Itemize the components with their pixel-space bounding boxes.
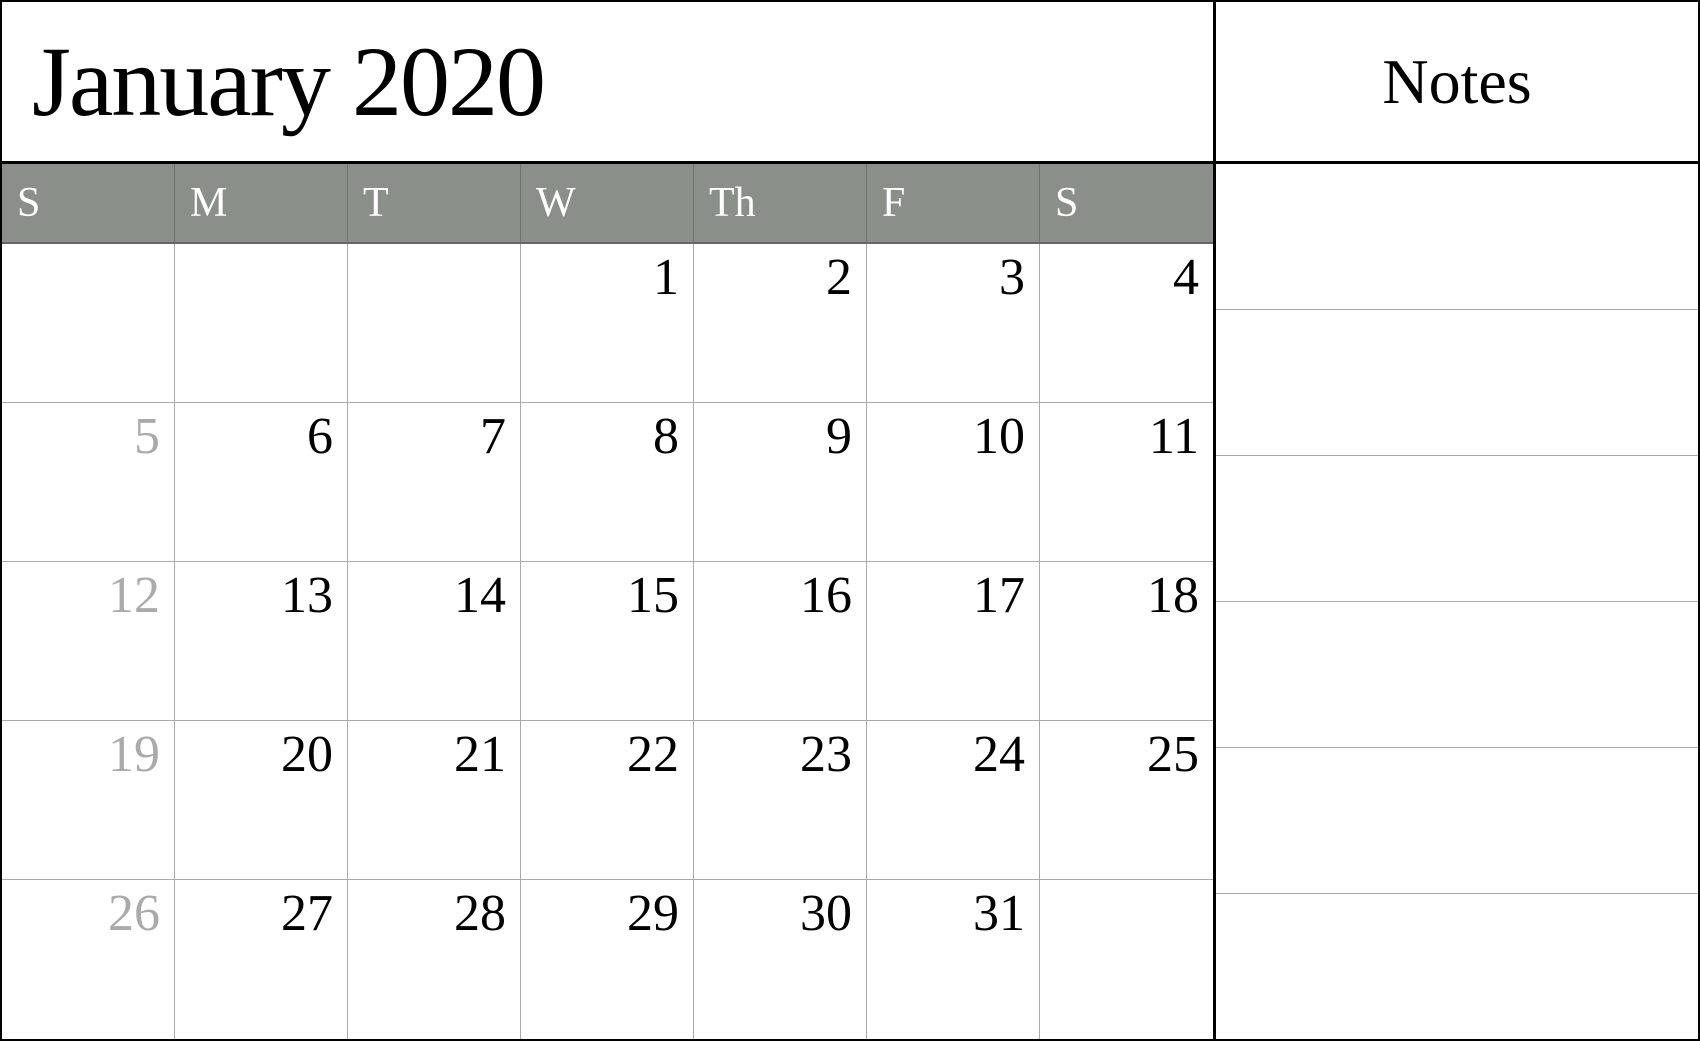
cell-number: 31 bbox=[973, 888, 1025, 940]
calendar-cell: 1 bbox=[521, 244, 694, 403]
day-header-cell: F bbox=[867, 164, 1040, 242]
calendar-cell: 24 bbox=[867, 721, 1040, 880]
cell-number: 12 bbox=[108, 570, 160, 622]
cell-number: 21 bbox=[454, 729, 506, 781]
cell-number: 7 bbox=[480, 411, 506, 463]
calendar-wrapper: January 2020 SMTWThFS 123456789101112131… bbox=[0, 0, 1700, 1041]
cell-number: 10 bbox=[973, 411, 1025, 463]
calendar-cell: 28 bbox=[348, 880, 521, 1039]
calendar-grid: 1234567891011121314151617181920212223242… bbox=[2, 244, 1213, 1039]
calendar-cell: 5 bbox=[2, 403, 175, 562]
calendar-cell bbox=[175, 244, 348, 403]
notes-row[interactable] bbox=[1216, 456, 1698, 602]
cell-number: 17 bbox=[973, 570, 1025, 622]
calendar-cell: 11 bbox=[1040, 403, 1213, 562]
calendar-title: January 2020 bbox=[32, 24, 544, 139]
cell-number: 19 bbox=[108, 729, 160, 781]
calendar-cell: 9 bbox=[694, 403, 867, 562]
notes-row[interactable] bbox=[1216, 310, 1698, 456]
day-header-cell: W bbox=[521, 164, 694, 242]
notes-body bbox=[1216, 164, 1698, 1039]
cell-number: 14 bbox=[454, 570, 506, 622]
notes-panel: Notes bbox=[1216, 2, 1698, 1039]
cell-number: 13 bbox=[281, 570, 333, 622]
cell-number: 22 bbox=[627, 729, 679, 781]
calendar-cell: 8 bbox=[521, 403, 694, 562]
cell-number: 28 bbox=[454, 888, 506, 940]
cell-number: 30 bbox=[800, 888, 852, 940]
calendar-cell: 23 bbox=[694, 721, 867, 880]
calendar-cell: 26 bbox=[2, 880, 175, 1039]
notes-row[interactable] bbox=[1216, 894, 1698, 1039]
calendar-cell: 12 bbox=[2, 562, 175, 721]
notes-row[interactable] bbox=[1216, 602, 1698, 748]
calendar-cell bbox=[1040, 880, 1213, 1039]
cell-number: 5 bbox=[134, 411, 160, 463]
day-header-cell: Th bbox=[694, 164, 867, 242]
calendar-cell: 10 bbox=[867, 403, 1040, 562]
cell-number: 11 bbox=[1149, 411, 1199, 463]
cell-number: 18 bbox=[1147, 570, 1199, 622]
calendar-cell: 3 bbox=[867, 244, 1040, 403]
calendar-cell: 21 bbox=[348, 721, 521, 880]
calendar-cell: 18 bbox=[1040, 562, 1213, 721]
calendar-cell: 17 bbox=[867, 562, 1040, 721]
calendar-cell: 25 bbox=[1040, 721, 1213, 880]
cell-number: 15 bbox=[627, 570, 679, 622]
calendar-cell: 2 bbox=[694, 244, 867, 403]
cell-number: 23 bbox=[800, 729, 852, 781]
cell-number: 8 bbox=[653, 411, 679, 463]
cell-number: 20 bbox=[281, 729, 333, 781]
calendar-cell: 19 bbox=[2, 721, 175, 880]
cell-number: 25 bbox=[1147, 729, 1199, 781]
notes-header: Notes bbox=[1216, 2, 1698, 164]
calendar-cell: 4 bbox=[1040, 244, 1213, 403]
cell-number: 4 bbox=[1173, 252, 1199, 304]
calendar-main: January 2020 SMTWThFS 123456789101112131… bbox=[2, 2, 1216, 1039]
cell-number: 26 bbox=[108, 888, 160, 940]
calendar-header: January 2020 bbox=[2, 2, 1213, 164]
days-header: SMTWThFS bbox=[2, 164, 1213, 244]
calendar-cell: 15 bbox=[521, 562, 694, 721]
day-header-cell: M bbox=[175, 164, 348, 242]
calendar-cell: 14 bbox=[348, 562, 521, 721]
cell-number: 9 bbox=[826, 411, 852, 463]
calendar-cell: 29 bbox=[521, 880, 694, 1039]
notes-title: Notes bbox=[1382, 45, 1531, 119]
day-header-cell: S bbox=[2, 164, 175, 242]
notes-row[interactable] bbox=[1216, 164, 1698, 310]
calendar-cell: 31 bbox=[867, 880, 1040, 1039]
calendar-cell: 13 bbox=[175, 562, 348, 721]
calendar-cell bbox=[2, 244, 175, 403]
calendar-cell: 27 bbox=[175, 880, 348, 1039]
calendar-cell: 20 bbox=[175, 721, 348, 880]
cell-number: 2 bbox=[826, 252, 852, 304]
cell-number: 6 bbox=[307, 411, 333, 463]
calendar-cell: 16 bbox=[694, 562, 867, 721]
cell-number: 24 bbox=[973, 729, 1025, 781]
day-header-cell: T bbox=[348, 164, 521, 242]
notes-row[interactable] bbox=[1216, 748, 1698, 894]
day-header-cell: S bbox=[1040, 164, 1213, 242]
calendar-cell: 6 bbox=[175, 403, 348, 562]
cell-number: 1 bbox=[653, 252, 679, 304]
cell-number: 16 bbox=[800, 570, 852, 622]
cell-number: 27 bbox=[281, 888, 333, 940]
calendar-cell bbox=[348, 244, 521, 403]
calendar-cell: 22 bbox=[521, 721, 694, 880]
calendar-cell: 30 bbox=[694, 880, 867, 1039]
cell-number: 3 bbox=[999, 252, 1025, 304]
cell-number: 29 bbox=[627, 888, 679, 940]
calendar-cell: 7 bbox=[348, 403, 521, 562]
